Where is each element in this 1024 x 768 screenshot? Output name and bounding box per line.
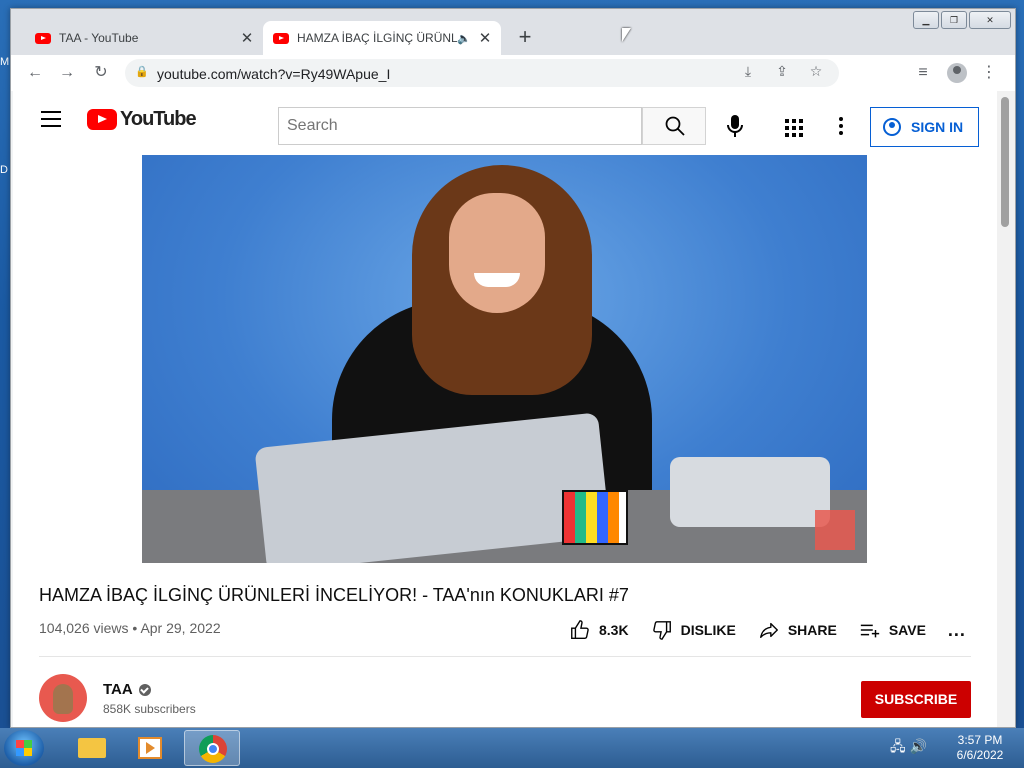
channel-watermark-icon[interactable] [815, 510, 855, 550]
window-controls: ▁ ❐ ✕ [913, 11, 1011, 29]
subscriber-count: 858K subscribers [103, 702, 196, 716]
audio-playing-icon[interactable]: 🔈 [457, 32, 471, 45]
share-icon [759, 622, 778, 639]
tab-video[interactable]: HAMZA İBAÇ İLGİNÇ ÜRÜNLERİ İNCELİYOR! - … [263, 21, 501, 55]
more-label: ... [947, 619, 966, 640]
subscribe-button[interactable]: SUBSCRIBE [861, 681, 971, 718]
url-text[interactable]: youtube.com/watch?v=Ry49WApue_I [157, 66, 390, 82]
video-meta: 104,026 views • Apr 29, 2022 [39, 620, 221, 636]
youtube-favicon-icon [35, 32, 51, 44]
hamburger-menu-icon[interactable] [41, 111, 61, 132]
minimize-button[interactable]: ▁ [913, 11, 939, 29]
tab-taa-youtube[interactable]: TAA - YouTube ✕ [25, 21, 263, 55]
video-frame-package [670, 457, 830, 527]
taskbar-explorer[interactable] [62, 730, 118, 766]
upload-date: Apr 29, 2022 [140, 620, 221, 636]
folder-icon [78, 738, 106, 758]
video-frame-face [449, 193, 545, 313]
scrollbar-thumb[interactable] [1001, 97, 1009, 227]
save-label: SAVE [888, 622, 926, 638]
playlist-add-icon [860, 624, 879, 638]
clock[interactable]: 3:57 PM 6/6/2022 [945, 733, 1015, 763]
video-frame-rubiks-cube [562, 490, 628, 545]
view-count: 104,026 views [39, 620, 129, 636]
taskbar-media-player[interactable] [122, 730, 178, 766]
maximize-button[interactable]: ❐ [941, 11, 967, 29]
install-app-icon[interactable]: ⤓ [737, 63, 759, 83]
sign-in-label: SIGN IN [911, 119, 964, 135]
dislike-label: DISLIKE [680, 622, 736, 638]
volume-icon[interactable]: 🔊 [910, 738, 927, 754]
video-actions: 8.3K DISLIKE SHARE SAVE ... [569, 619, 988, 641]
share-page-icon[interactable]: ⇪ [771, 63, 793, 83]
channel-name-row[interactable]: TAA [103, 681, 151, 698]
share-label: SHARE [787, 622, 837, 638]
close-window-button[interactable]: ✕ [969, 11, 1011, 29]
video-frame-smile [474, 273, 520, 287]
system-tray: 🖧 🔊 [890, 736, 927, 760]
forward-icon[interactable]: → [55, 61, 79, 85]
page-scrollbar[interactable] [997, 91, 1015, 727]
profile-avatar-icon[interactable] [947, 63, 967, 83]
browser-menu-icon[interactable]: ⋮ [977, 61, 1001, 85]
media-control-icon[interactable]: ≡ [911, 61, 935, 85]
lock-icon[interactable]: 🔒 [135, 65, 149, 78]
like-button[interactable]: 8.3K [569, 619, 629, 641]
bookmark-star-icon[interactable]: ☆ [805, 63, 827, 83]
user-circle-icon [883, 118, 901, 136]
settings-more-icon[interactable] [839, 117, 843, 138]
address-bar[interactable]: 🔒 youtube.com/watch?v=Ry49WApue_I ⤓ ⇪ ☆ [125, 59, 839, 87]
youtube-play-logo-icon [87, 109, 117, 130]
apps-grid-icon[interactable] [785, 119, 803, 137]
section-divider [39, 656, 971, 657]
youtube-page: YouTube SIGN IN [13, 91, 997, 727]
clock-time: 3:57 PM [957, 733, 1003, 747]
tab-title: HAMZA İBAÇ İLGİNÇ ÜRÜNLERİ İNCELİYOR! - … [297, 31, 458, 45]
save-button[interactable]: SAVE [859, 619, 926, 641]
channel-avatar[interactable] [39, 674, 87, 722]
browser-window: TAA - YouTube ✕ HAMZA İBAÇ İLGİNÇ ÜRÜNLE… [10, 8, 1016, 728]
tab-title: TAA - YouTube [59, 31, 139, 45]
tab-strip: TAA - YouTube ✕ HAMZA İBAÇ İLGİNÇ ÜRÜNLE… [11, 9, 1015, 55]
video-player[interactable] [142, 155, 867, 563]
reload-icon[interactable]: ↻ [89, 61, 113, 85]
clock-date: 6/6/2022 [956, 748, 1004, 762]
dislike-button[interactable]: DISLIKE [651, 619, 736, 641]
like-count: 8.3K [599, 622, 629, 638]
back-icon[interactable]: ← [23, 61, 47, 85]
media-player-icon [138, 737, 162, 759]
logo-text: YouTube [120, 108, 197, 130]
search-button[interactable] [642, 107, 706, 145]
channel-name[interactable]: TAA [103, 681, 133, 698]
search-input[interactable] [279, 108, 629, 144]
new-tab-button[interactable]: + [511, 23, 539, 51]
desktop-edge: M D [0, 56, 9, 176]
search-icon [665, 116, 685, 136]
desktop-edge-text: M [0, 56, 10, 68]
network-icon[interactable]: 🖧 [890, 738, 906, 754]
thumbs-down-icon [652, 621, 671, 640]
search-box[interactable] [278, 107, 642, 145]
close-tab-icon[interactable]: ✕ [475, 29, 495, 47]
more-actions-button[interactable]: ... [948, 620, 966, 641]
share-button[interactable]: SHARE [758, 619, 837, 641]
youtube-logo[interactable]: YouTube [87, 108, 197, 131]
close-tab-icon[interactable]: ✕ [237, 29, 257, 47]
verified-check-icon [138, 683, 151, 696]
chrome-icon [199, 735, 227, 763]
sign-in-button[interactable]: SIGN IN [870, 107, 979, 147]
microphone-icon[interactable] [723, 113, 747, 139]
video-title: HAMZA İBAÇ İLGİNÇ ÜRÜNLERİ İNCELİYOR! - … [39, 585, 629, 605]
taskbar-chrome[interactable] [184, 730, 240, 766]
video-frame-package [254, 412, 611, 563]
mouse-cursor-icon [622, 28, 631, 42]
thumbs-up-icon [571, 620, 589, 639]
browser-toolbar: ← → ↻ 🔒 youtube.com/watch?v=Ry49WApue_I … [11, 55, 1015, 91]
youtube-favicon-icon [273, 32, 289, 44]
desktop-edge-text: D [0, 164, 8, 176]
taskbar: 🖧 🔊 3:57 PM 6/6/2022 [0, 728, 1024, 768]
start-button[interactable] [4, 730, 44, 766]
